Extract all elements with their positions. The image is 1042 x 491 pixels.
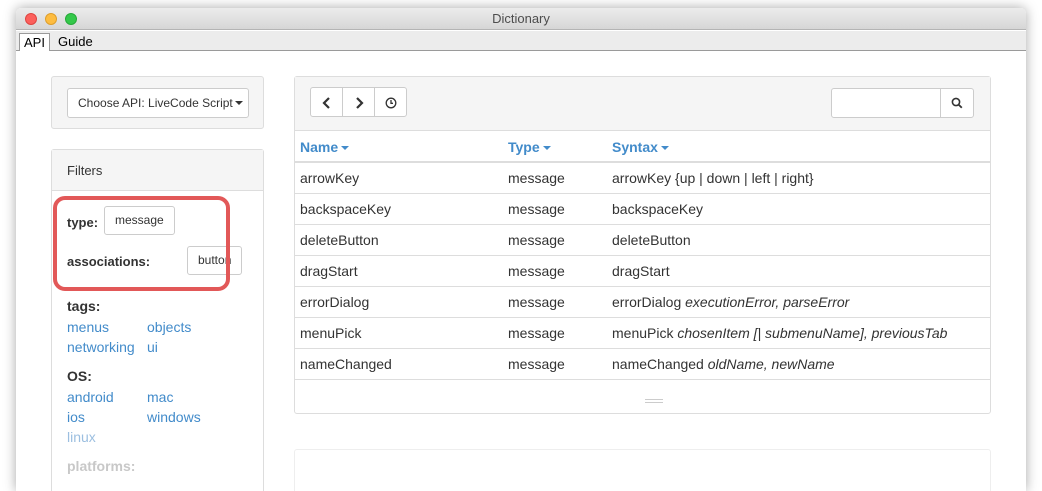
resize-grip-icon[interactable]	[645, 399, 663, 403]
chevron-right-icon	[355, 97, 364, 109]
api-selector-panel: Choose API: LiveCode Script	[51, 76, 264, 129]
choose-api-label: Choose API: LiveCode Script	[78, 96, 233, 110]
back-button[interactable]	[310, 87, 343, 117]
caret-down-icon	[235, 101, 243, 105]
name-column-label: Name	[300, 139, 339, 155]
os-link-linux[interactable]: linux	[67, 429, 96, 445]
entry-syntax: backspaceKey	[612, 194, 703, 225]
tag-link-networking[interactable]: networking	[67, 339, 135, 355]
os-label: OS:	[67, 368, 92, 384]
type-filter-label: type:	[67, 215, 99, 230]
search-input[interactable]	[831, 88, 941, 118]
tab-guide[interactable]: Guide	[54, 33, 97, 51]
type-column-label: Type	[508, 139, 540, 155]
title-bar: Dictionary	[16, 8, 1026, 30]
table-row[interactable]: dragStart message dragStart	[295, 256, 990, 287]
entry-name: menuPick	[300, 325, 362, 341]
entries-toolbar	[295, 77, 990, 131]
syntax-text: dragStart	[612, 263, 670, 279]
entry-syntax: menuPick chosenItem [| submenuName], pre…	[612, 318, 947, 349]
tag-link-objects[interactable]: objects	[147, 319, 191, 335]
os-link-mac[interactable]: mac	[147, 389, 173, 405]
syntax-params: executionError, parseError	[685, 294, 850, 310]
syntax-params: oldName, newName	[707, 356, 835, 372]
syntax-text: arrowKey {up | down | left | right}	[612, 170, 814, 186]
filters-heading: Filters	[52, 150, 263, 191]
entry-type: message	[508, 232, 565, 248]
entry-name: nameChanged	[300, 356, 392, 372]
os-link-windows[interactable]: windows	[147, 409, 201, 425]
sort-caret-icon	[660, 146, 669, 151]
entry-type: message	[508, 325, 565, 341]
tags-label: tags:	[67, 298, 101, 314]
tag-link-menus[interactable]: menus	[67, 319, 109, 335]
chevron-left-icon	[321, 97, 330, 109]
syntax-text: deleteButton	[612, 232, 691, 248]
syntax-text: backspaceKey	[612, 201, 704, 217]
table-row[interactable]: arrowKey message arrowKey {up | down | l…	[295, 163, 990, 194]
syntax-text: nameChanged	[612, 356, 708, 372]
type-filter-chip[interactable]: message	[104, 206, 175, 235]
dictionary-window: Dictionary API Guide Choose API: LiveCod…	[16, 8, 1026, 491]
forward-button[interactable]	[342, 87, 375, 117]
entry-name: errorDialog	[300, 294, 370, 310]
window-title: Dictionary	[492, 11, 550, 26]
entry-detail-panel	[294, 449, 991, 491]
syntax-column-label: Syntax	[612, 139, 658, 155]
minimize-window-button[interactable]	[45, 13, 57, 25]
associations-filter-chip[interactable]: button	[187, 246, 243, 275]
syntax-params: chosenItem [| submenuName], previousTab	[677, 325, 948, 341]
syntax-text: menuPick	[612, 325, 678, 341]
sort-caret-icon	[341, 146, 350, 151]
table-row[interactable]: menuPick message menuPick chosenItem [| …	[295, 318, 990, 349]
entry-type: message	[508, 263, 565, 279]
filters-panel: Filters type: message associations: butt…	[51, 149, 264, 491]
tab-bar: API Guide	[16, 31, 1026, 51]
entry-syntax: dragStart	[612, 256, 670, 287]
entry-name: dragStart	[300, 263, 358, 279]
entry-syntax: errorDialog executionError, parseError	[612, 287, 849, 318]
history-button[interactable]	[374, 87, 407, 117]
tab-api[interactable]: API	[19, 33, 50, 51]
table-row[interactable]: backspaceKey message backspaceKey	[295, 194, 990, 225]
clock-icon	[385, 97, 396, 109]
choose-api-dropdown[interactable]: Choose API: LiveCode Script	[67, 88, 249, 118]
entry-type: message	[508, 294, 565, 310]
entry-syntax: nameChanged oldName, newName	[612, 349, 835, 380]
close-window-button[interactable]	[25, 13, 37, 25]
entry-type: message	[508, 356, 565, 372]
os-link-android[interactable]: android	[67, 389, 114, 405]
os-link-ios[interactable]: ios	[67, 409, 85, 425]
tag-link-ui[interactable]: ui	[147, 339, 158, 355]
search-button[interactable]	[940, 88, 974, 118]
sort-caret-icon	[542, 146, 551, 151]
syntax-text: errorDialog	[612, 294, 686, 310]
syntax-column-header[interactable]: Syntax	[612, 132, 669, 163]
type-column-header[interactable]: Type	[508, 132, 551, 163]
table-row[interactable]: nameChanged message nameChanged oldName,…	[295, 349, 990, 380]
entry-syntax: deleteButton	[612, 225, 691, 256]
zoom-window-button[interactable]	[65, 13, 77, 25]
associations-filter-label: associations:	[67, 254, 151, 269]
table-row[interactable]: deleteButton message deleteButton	[295, 225, 990, 256]
entry-name: backspaceKey	[300, 201, 392, 217]
entries-panel: Name Type Syntax arrowKey message arrowK…	[294, 76, 991, 414]
table-header-row: Name Type Syntax	[295, 132, 990, 163]
entry-name: deleteButton	[300, 232, 379, 248]
platforms-label: platforms:	[67, 458, 136, 474]
entries-table: Name Type Syntax arrowKey message arrowK…	[295, 132, 990, 380]
entry-syntax: arrowKey {up | down | left | right}	[612, 163, 814, 194]
navigation-button-group	[310, 87, 407, 117]
table-row[interactable]: errorDialog message errorDialog executio…	[295, 287, 990, 318]
entry-name: arrowKey	[300, 170, 360, 186]
name-column-header[interactable]: Name	[300, 132, 350, 163]
content-area: Choose API: LiveCode Script Filters type…	[16, 52, 1026, 491]
search-icon	[951, 97, 963, 109]
entry-type: message	[508, 201, 565, 217]
entry-type: message	[508, 170, 565, 186]
